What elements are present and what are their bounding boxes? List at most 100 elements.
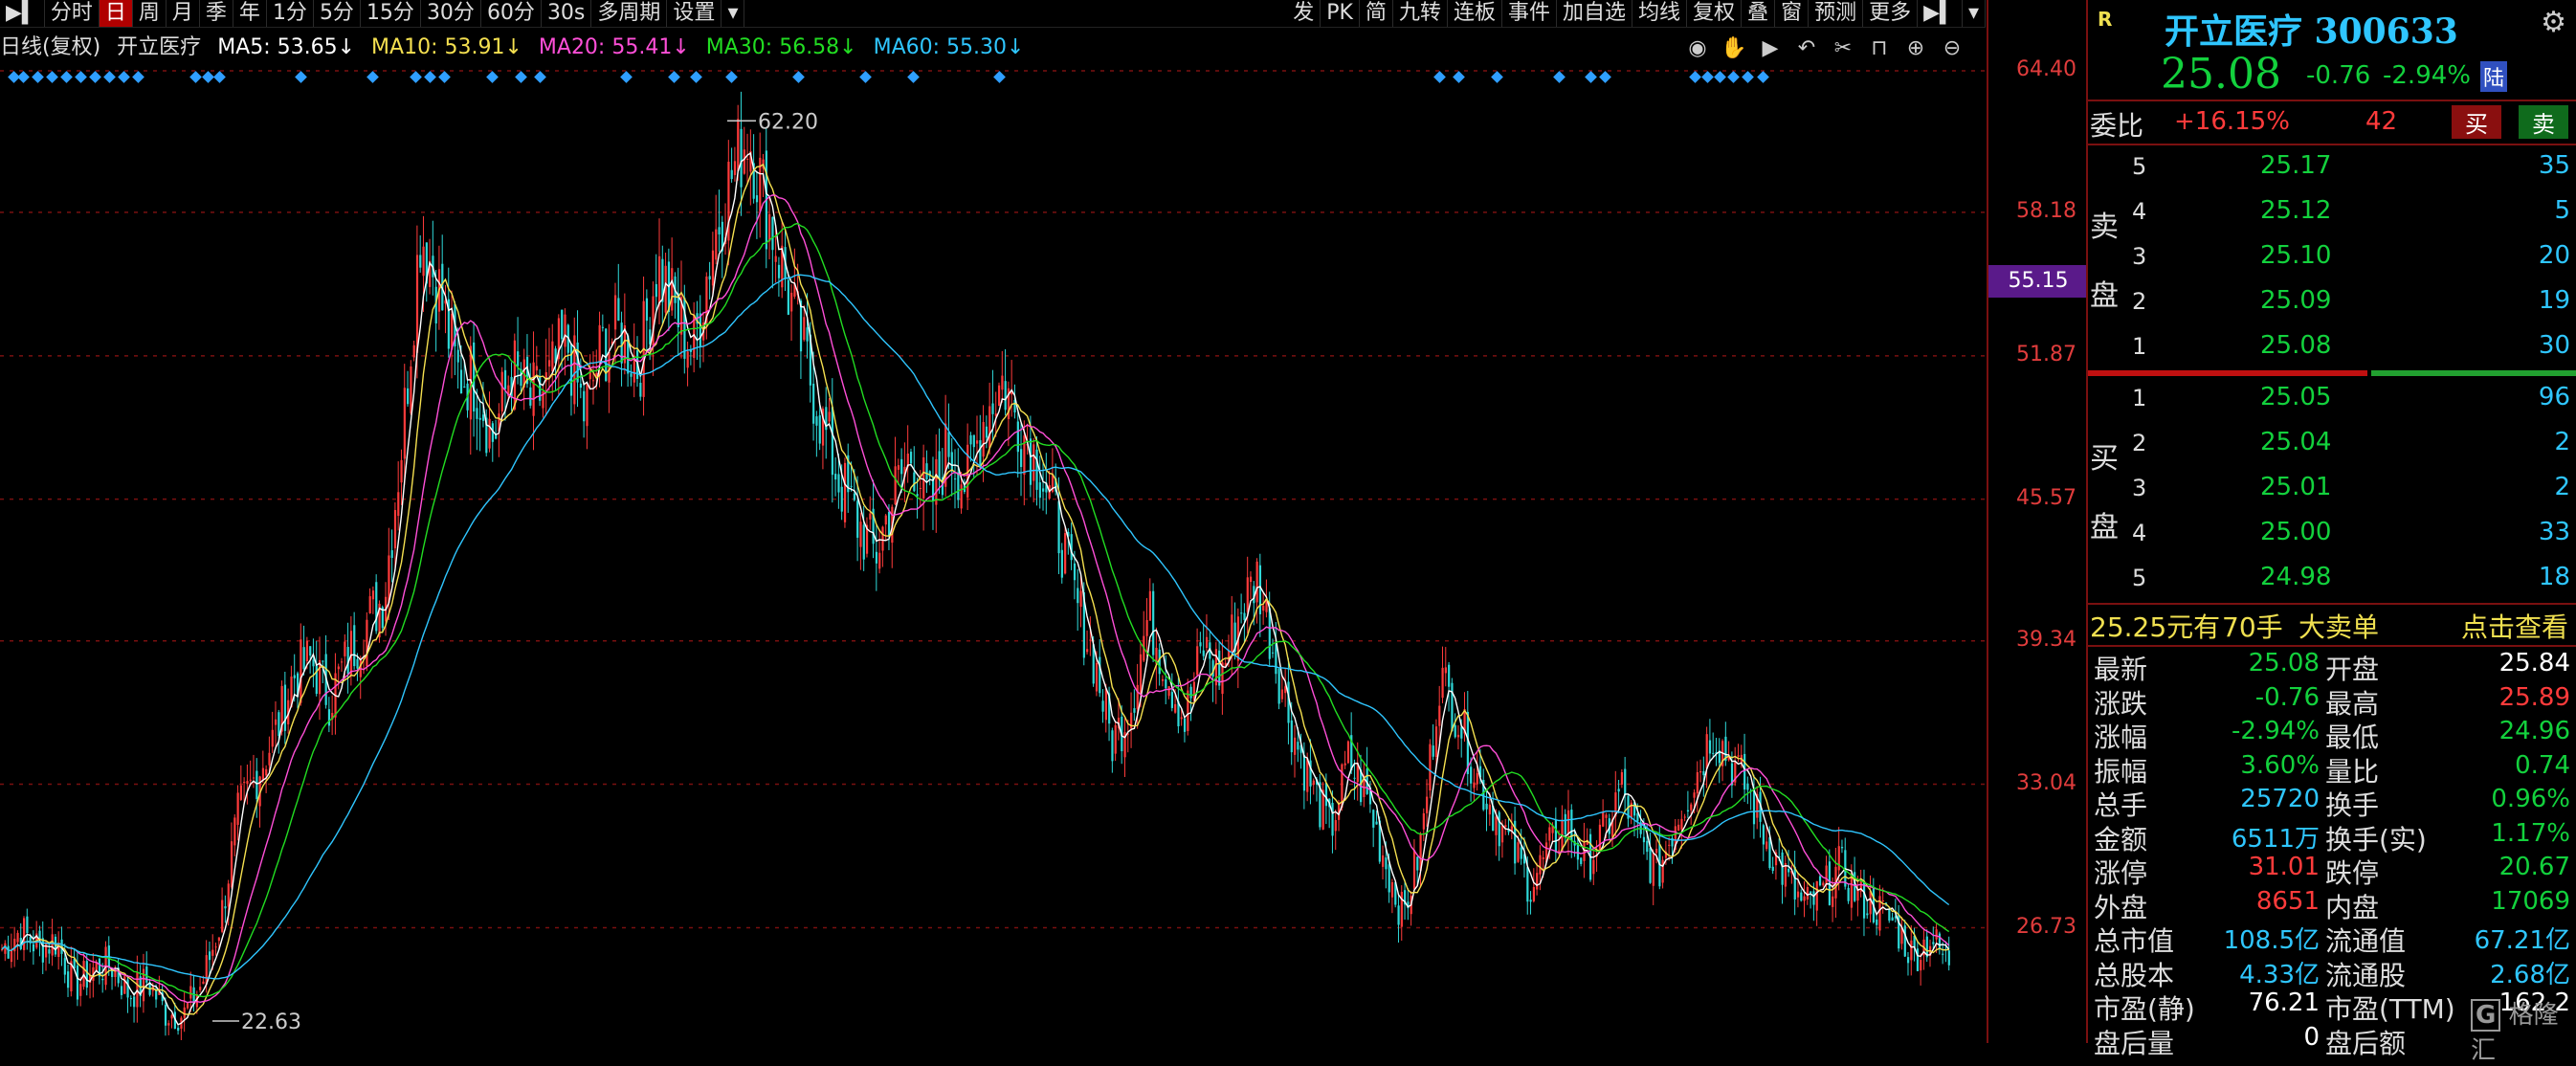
candle-body	[1029, 438, 1033, 485]
toolbar-action[interactable]: 更多	[1863, 0, 1919, 27]
buy-button[interactable]: 买	[2452, 105, 2501, 139]
candle-body	[1170, 692, 1173, 708]
settings-gear-icon[interactable]: ⚙	[2541, 6, 2566, 39]
candle-body	[1624, 768, 1627, 796]
candle-body	[246, 781, 249, 785]
more-dropdown-icon[interactable]: ▾	[1963, 0, 1986, 27]
last-price: 25.08	[2161, 50, 2281, 99]
book-level-row[interactable]: 3 25.01 2	[2088, 471, 2576, 509]
book-level-row[interactable]: 4 25.00 33	[2088, 516, 2576, 554]
period-tab[interactable]: 年	[233, 0, 267, 27]
high-annotation: 62.20	[758, 110, 818, 134]
candle-body	[938, 451, 941, 479]
toolbar-action[interactable]: 窗	[1775, 0, 1810, 27]
book-level-row[interactable]: 1 25.08 30	[2088, 329, 2576, 367]
ma30-line	[1, 222, 1950, 998]
candle-body	[913, 472, 916, 492]
book-level-row[interactable]: 5 24.98 18	[2088, 561, 2576, 599]
zoom-out-icon[interactable]: ⊖	[1939, 34, 1965, 61]
weibi-row: 委比 +16.15% 42 买 卖	[2088, 103, 2576, 142]
period-tab[interactable]: 周	[133, 0, 167, 27]
period-tab[interactable]: 30分	[421, 0, 481, 27]
stat-key: 市盈(静)	[2094, 993, 2195, 1025]
lock-icon[interactable]: ⊓	[1866, 34, 1893, 61]
panel-toggle-icon[interactable]: ▶▍	[1918, 0, 1963, 27]
toolbar-menu-icon[interactable]: ▶▍	[0, 0, 45, 27]
candle-body	[988, 406, 991, 448]
candle-body	[1136, 684, 1139, 710]
book-volume: 5	[2554, 196, 2570, 225]
toolbar-actions: 发 PK 简九转 连板 事件 加自选 均线 复权叠窗预测 更多	[1287, 0, 1919, 27]
book-level-row[interactable]: 4 25.12 5	[2088, 194, 2576, 233]
stat-value: 20.67	[2498, 853, 2570, 881]
bigorder-price: 25.25元有	[2090, 611, 2221, 643]
toolbar-action[interactable]: 简	[1360, 0, 1393, 27]
sell-button[interactable]: 卖	[2519, 105, 2568, 139]
bigorder-type: 大卖单	[2298, 611, 2380, 643]
candle-body	[111, 969, 114, 977]
period-tab[interactable]: 1分	[267, 0, 314, 27]
zoom-in-icon[interactable]: ⊕	[1902, 34, 1929, 61]
book-level-row[interactable]: 1 25.05 96	[2088, 381, 2576, 419]
play-icon[interactable]: ▶	[1757, 34, 1784, 61]
toolbar-action[interactable]: 叠	[1742, 0, 1776, 27]
candle-body	[746, 158, 749, 160]
candle-body	[1145, 620, 1148, 636]
period-tab[interactable]: 60分	[481, 0, 542, 27]
toolbar-action[interactable]: 复权	[1687, 0, 1743, 27]
candle-body	[1334, 820, 1337, 832]
candle-body	[601, 326, 605, 328]
kline-chart[interactable]: 62.20 22.63	[0, 63, 1987, 1043]
event-marker-icon	[60, 71, 73, 83]
toolbar-action[interactable]: 预测	[1809, 0, 1864, 27]
hand-icon[interactable]: ✋	[1721, 34, 1747, 61]
big-order-row[interactable]: 25.25元有 70手 大卖单 点击查看	[2088, 607, 2576, 643]
toolbar-action[interactable]: 均线	[1632, 0, 1688, 27]
toolbar-action[interactable]: 事件	[1502, 0, 1557, 27]
period-tab[interactable]: 日	[99, 0, 133, 27]
event-marker-icon	[202, 71, 214, 83]
candle-body	[1847, 887, 1850, 901]
period-tab[interactable]: 月	[167, 0, 200, 27]
candle-body	[1470, 766, 1473, 784]
candle-body	[806, 327, 809, 342]
undo-icon[interactable]: ↶	[1793, 34, 1820, 61]
period-tab[interactable]: 15分	[361, 0, 421, 27]
candle-body	[1699, 770, 1702, 773]
book-level-row[interactable]: 2 25.09 19	[2088, 284, 2576, 322]
candle-body	[302, 647, 305, 670]
period-tab[interactable]: 季	[200, 0, 233, 27]
candle-body	[686, 351, 689, 368]
candle-body	[473, 342, 476, 411]
event-marker-icon	[993, 71, 1006, 83]
candle-body	[683, 298, 686, 359]
book-level-row[interactable]: 2 25.04 2	[2088, 426, 2576, 464]
candle-body	[1456, 734, 1460, 738]
dropdown-arrow-icon[interactable]: ▾	[722, 0, 745, 27]
price-line: 25.08 -0.76 -2.94% 陆	[2088, 50, 2576, 99]
period-tab[interactable]: 设置	[667, 0, 722, 27]
bigorder-link[interactable]: 点击查看	[2461, 607, 2568, 645]
scissors-icon[interactable]: ✂	[1830, 34, 1856, 61]
book-level-row[interactable]: 3 25.10 20	[2088, 239, 2576, 278]
period-tab[interactable]: 5分	[314, 0, 361, 27]
candle-body	[322, 660, 324, 662]
toolbar-action[interactable]: 九转	[1393, 0, 1448, 27]
eye-icon[interactable]: ◉	[1684, 34, 1711, 61]
candle-body	[1302, 754, 1306, 791]
toolbar-action[interactable]: 加自选	[1557, 0, 1633, 27]
toolbar-action[interactable]: PK	[1321, 0, 1360, 27]
period-tab[interactable]: 多周期	[591, 0, 668, 27]
candle-body	[353, 625, 356, 667]
period-tab[interactable]: 分时	[45, 0, 100, 27]
book-price: 25.04	[2260, 428, 2332, 456]
event-marker-icon	[1553, 71, 1566, 83]
candle-body	[569, 343, 573, 396]
event-marker-icon	[1757, 71, 1769, 83]
toolbar-action[interactable]: 连板	[1448, 0, 1502, 27]
candle-body	[881, 526, 884, 551]
toolbar-action[interactable]: 发	[1287, 0, 1321, 27]
weibi-label: 委比	[2090, 110, 2144, 142]
book-level-row[interactable]: 5 25.17 35	[2088, 149, 2576, 188]
period-tab[interactable]: 30s	[542, 0, 592, 27]
